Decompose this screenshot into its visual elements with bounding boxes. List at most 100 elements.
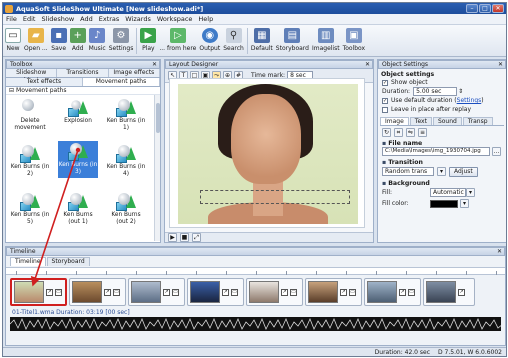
timeline-clip-selected[interactable]: ↗ ▭ (10, 278, 67, 306)
close-icon[interactable]: ✕ (365, 61, 370, 68)
menu-wizards[interactable]: Wizards (125, 15, 151, 23)
browse-icon[interactable]: … (492, 147, 501, 156)
delete-icon[interactable]: ▭ (172, 288, 179, 296)
fit-icon[interactable]: ⤢ (192, 233, 201, 242)
edit-icon[interactable]: ↗ (281, 288, 288, 296)
timeline-clip[interactable]: ↗ ▭ (246, 278, 303, 306)
music-button[interactable]: ♪ Music (89, 25, 106, 52)
menu-help[interactable]: Help (198, 15, 213, 23)
use-default-row[interactable]: ✓ Use default duration ( Settings ) (378, 96, 506, 105)
chevron-down-icon[interactable]: ▾ (437, 167, 446, 176)
timeline-clip[interactable]: ↗ ▭ (69, 278, 126, 306)
list-item[interactable]: Ken Burns (out 2) (106, 193, 146, 226)
file-path-input[interactable]: C:\Media\Images\img_1930704.jpg (382, 147, 490, 156)
adjust-button[interactable]: Adjust (449, 166, 478, 177)
timeline-clip[interactable]: ↗ ▭ (364, 278, 421, 306)
delete-icon[interactable]: ▭ (113, 288, 120, 296)
text-frame[interactable] (200, 190, 350, 204)
tab-sound[interactable]: Sound (432, 117, 462, 125)
tab-text-effects[interactable]: Text effects (6, 78, 83, 86)
tab-text[interactable]: Text (409, 117, 432, 125)
add-button[interactable]: + Add (69, 25, 86, 52)
edit-icon[interactable]: ↗ (340, 288, 347, 296)
timeline-clip[interactable]: ↗ ▭ (128, 278, 185, 306)
tab-transitions[interactable]: Transitions (57, 69, 109, 77)
storyboard-button[interactable]: ▤ Storyboard (276, 25, 309, 52)
menu-extras[interactable]: Extras (99, 15, 120, 23)
show-object-row[interactable]: ✓ Show object (378, 78, 506, 87)
list-item[interactable]: Ken Burns (in 2) (10, 145, 50, 178)
audio-waveform[interactable] (10, 317, 501, 331)
edit-icon[interactable]: ↗ (222, 288, 229, 296)
toolbox-button[interactable]: ▣ Toolbox (343, 25, 365, 52)
tab-image-effects[interactable]: Image effects (108, 69, 160, 77)
menu-edit[interactable]: Edit (23, 15, 36, 23)
tab-timeline[interactable]: Timeline (10, 257, 46, 266)
tab-image[interactable]: Image (380, 117, 409, 125)
preview-image[interactable] (178, 84, 358, 224)
movement-paths-group[interactable]: ⊟ Movement paths (6, 87, 160, 95)
timeline-clip[interactable]: ↗ ▭ (305, 278, 362, 306)
menu-workspace[interactable]: Workspace (157, 15, 193, 23)
menu-file[interactable]: File (6, 15, 17, 23)
save-button[interactable]: ▪ Save (50, 25, 67, 52)
play-button[interactable]: ▶ Play (140, 25, 157, 52)
minimize-button[interactable]: – (466, 4, 478, 13)
timeline-clip[interactable]: ↗ ▭ (187, 278, 244, 306)
list-item[interactable]: Ken Burns (in 1) (106, 99, 146, 132)
leave-in-place-checkbox[interactable] (382, 106, 388, 113)
list-item-selected[interactable]: Ken Burns (in 3) (58, 141, 98, 178)
list-item[interactable]: Ken Burns (out 1) (58, 193, 98, 226)
timeline-clip[interactable]: ↗ (423, 278, 475, 306)
fill-select[interactable]: Automatic (430, 188, 466, 197)
crop-icon[interactable]: ⌗ (394, 128, 403, 137)
flip-icon[interactable]: ⇋ (406, 128, 415, 137)
tab-slideshow-objects[interactable]: Slideshow objects (6, 69, 58, 84)
tab-transparency[interactable]: Transp (462, 117, 493, 125)
transition-select[interactable]: Random trans (382, 167, 434, 176)
chevron-down-icon[interactable]: ▾ (460, 199, 469, 208)
imagelist-button[interactable]: ▥ Imagelist (312, 25, 340, 52)
maximize-button[interactable]: □ (479, 4, 491, 13)
fill-color-swatch[interactable] (430, 199, 458, 208)
delete-icon[interactable]: ▭ (231, 288, 238, 296)
play-from-here-button[interactable]: ▷... from here (159, 25, 196, 52)
stop-icon[interactable]: ■ (180, 233, 189, 242)
play-icon[interactable]: ▶ (168, 233, 177, 242)
show-object-checkbox[interactable]: ✓ (382, 79, 388, 86)
list-item[interactable]: Delete movement (10, 99, 50, 132)
delete-icon[interactable]: ▭ (290, 288, 297, 296)
close-button[interactable]: ✕ (492, 4, 504, 13)
close-icon[interactable]: ✕ (498, 61, 503, 68)
list-item[interactable]: Explosion (58, 99, 98, 125)
use-default-checkbox[interactable]: ✓ (382, 97, 388, 104)
output-button[interactable]: ◉ Output (199, 25, 220, 52)
search-button[interactable]: ⚲ Search (223, 25, 244, 52)
delete-icon[interactable]: ▭ (349, 288, 356, 296)
tab-movement-paths[interactable]: Movement paths (83, 78, 160, 86)
edit-icon[interactable]: ↗ (46, 288, 53, 296)
edit-icon[interactable]: ↗ (163, 288, 170, 296)
delete-icon[interactable]: ▭ (408, 288, 415, 296)
default-layout-button[interactable]: ▦ Default (251, 25, 273, 52)
spinner-icon[interactable]: ⇕ (458, 88, 463, 95)
rotate-icon[interactable]: ↻ (382, 128, 391, 137)
close-icon[interactable]: ✕ (497, 248, 502, 255)
menu-slideshow[interactable]: Slideshow (41, 15, 74, 23)
edit-icon[interactable]: ↗ (104, 288, 111, 296)
tab-storyboard[interactable]: Storyboard (46, 257, 90, 266)
delete-icon[interactable]: ▭ (55, 288, 62, 296)
close-icon[interactable]: ✕ (152, 61, 157, 68)
chevron-down-icon[interactable]: ▾ (466, 188, 475, 197)
new-button[interactable]: ▭ New (5, 25, 21, 52)
settings-button[interactable]: ⚙ Settings (109, 25, 133, 52)
list-item[interactable]: Ken Burns (in 4) (106, 145, 146, 178)
open-button[interactable]: ▰ Open ... (24, 25, 48, 52)
duration-input[interactable]: 5.00 sec (413, 87, 458, 96)
toolbox-scrollbar[interactable] (154, 95, 160, 241)
edit-icon[interactable]: ↗ (458, 288, 465, 296)
menu-add[interactable]: Add (80, 15, 93, 23)
list-item[interactable]: Ken Burns (in 5) (10, 193, 50, 226)
leave-in-place-row[interactable]: Leave in place after replay (378, 105, 506, 114)
layout-canvas[interactable] (169, 78, 365, 228)
